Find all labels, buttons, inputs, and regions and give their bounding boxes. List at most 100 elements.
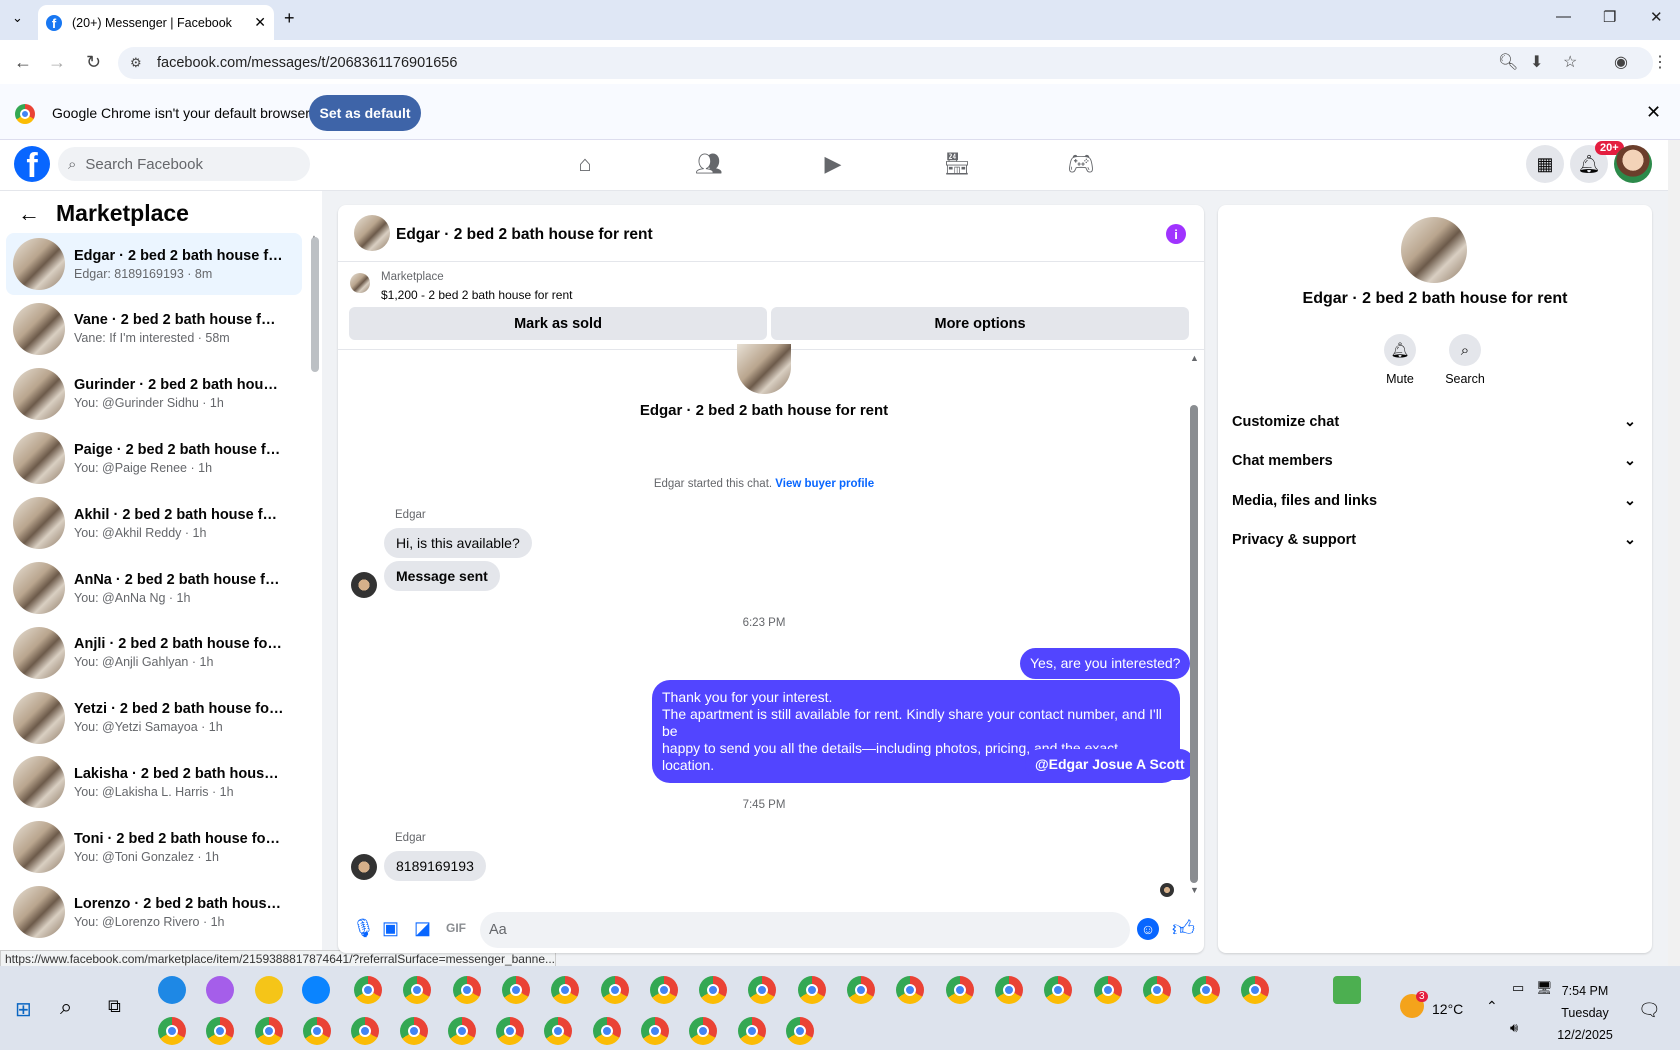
chrome-taskbar-icon[interactable] (1093, 976, 1122, 1004)
site-info-icon[interactable]: ⚙ (130, 55, 142, 71)
chrome-taskbar-icon[interactable] (399, 1017, 428, 1045)
conversation-item[interactable]: Vane · 2 bed 2 bath house for rent Vane: … (6, 298, 302, 360)
mute-button[interactable]: 🔔︎ Mute (1370, 334, 1430, 386)
conversation-item[interactable]: Yetzi · 2 bed 2 bath house for rent You: … (6, 687, 302, 749)
more-options-button[interactable]: More options (771, 307, 1189, 340)
facebook-search-input[interactable]: ⌕ Search Facebook (58, 147, 310, 181)
infobar-close-icon[interactable]: ✕ (1646, 102, 1661, 123)
taskbar-app-icon[interactable] (255, 976, 283, 1004)
start-icon[interactable]: ⊞ (15, 997, 32, 1022)
gif-icon[interactable]: GIF (446, 921, 466, 935)
microphone-icon[interactable]: 🎙︎ (352, 918, 375, 939)
chrome-taskbar-icon[interactable] (641, 1017, 669, 1045)
profile-icon[interactable]: ◉ (1614, 52, 1628, 72)
chrome-taskbar-icon[interactable] (496, 1017, 525, 1045)
listing-price-title[interactable]: $1,200 - 2 bed 2 bath house for rent (381, 288, 572, 302)
conversation-item[interactable]: Lorenzo · 2 bed 2 bath house fo... You: @… (6, 881, 302, 943)
sidebar-scrollbar[interactable] (311, 237, 319, 372)
mark-as-sold-button[interactable]: Mark as sold (349, 307, 767, 340)
chrome-taskbar-icon[interactable] (1192, 976, 1221, 1004)
taskbar-app-icon[interactable] (158, 976, 186, 1004)
photo-icon[interactable]: ▣ (382, 918, 399, 939)
chrome-taskbar-icon[interactable] (447, 1017, 476, 1045)
info-icon[interactable]: i (1166, 224, 1186, 244)
chrome-taskbar-icon[interactable] (592, 1017, 621, 1045)
chrome-taskbar-icon[interactable] (1142, 976, 1171, 1004)
chrome-taskbar-icon[interactable] (847, 976, 875, 1004)
media-files-section[interactable]: Media, files and links ⌄ (1232, 489, 1636, 513)
reload-icon[interactable]: ↻ (86, 52, 101, 73)
chrome-taskbar-icon[interactable] (501, 976, 530, 1004)
outgoing-message[interactable]: Yes, are you interested? (1020, 648, 1191, 679)
chrome-taskbar-icon[interactable] (452, 976, 481, 1004)
url-text[interactable]: facebook.com/messages/t/2068361176901656 (157, 55, 457, 71)
sender-avatar[interactable] (351, 854, 377, 880)
privacy-support-section[interactable]: Privacy & support ⌄ (1232, 528, 1636, 552)
sender-avatar[interactable] (351, 572, 377, 598)
marketplace-nav-icon[interactable]: 🏪︎ (942, 150, 972, 178)
taskbar-search-icon[interactable]: ⌕ (60, 994, 72, 1020)
account-avatar[interactable] (1614, 145, 1652, 183)
menu-icon[interactable]: ⋮ (1652, 52, 1668, 72)
chrome-taskbar-icon[interactable] (158, 1017, 186, 1045)
install-app-icon[interactable]: ⬇ (1530, 52, 1543, 72)
sticker-icon[interactable]: ◪ (414, 918, 431, 939)
search-chat-button[interactable]: ⌕ Search (1435, 334, 1495, 386)
facebook-logo-icon[interactable]: f (14, 146, 50, 182)
chat-title[interactable]: Edgar · 2 bed 2 bath house for rent (396, 226, 653, 244)
chrome-taskbar-icon[interactable] (737, 1017, 766, 1045)
gaming-nav-icon[interactable]: 🎮︎ (1066, 150, 1096, 178)
back-arrow-icon[interactable]: ← (18, 201, 40, 227)
conversation-item[interactable]: Paige · 2 bed 2 bath house for r... You: … (6, 427, 302, 489)
chrome-taskbar-icon[interactable] (1044, 976, 1073, 1004)
chrome-taskbar-icon[interactable] (254, 1017, 283, 1045)
customize-chat-section[interactable]: Customize chat ⌄ (1232, 410, 1636, 434)
notification-center-icon[interactable]: 🗨︎ (1638, 1000, 1661, 1021)
outgoing-mention[interactable]: @Edgar Josue A Scott (1025, 749, 1195, 780)
volume-icon[interactable]: 🔊︎ (1510, 1020, 1518, 1036)
view-buyer-profile-link[interactable]: View buyer profile (775, 478, 874, 490)
chrome-taskbar-icon[interactable] (302, 1017, 331, 1045)
window-close-icon[interactable]: ✕ (1650, 8, 1663, 26)
listing-thumbnail[interactable] (350, 273, 370, 293)
set-default-button[interactable]: Set as default (309, 95, 421, 131)
minimize-icon[interactable]: — (1556, 8, 1571, 25)
conversation-item[interactable]: Lakisha · 2 bed 2 bath house for... You: … (6, 751, 302, 813)
emoji-icon[interactable]: ☺ (1137, 918, 1159, 940)
chat-scrollbar[interactable] (1190, 405, 1198, 883)
tray-chevron-icon[interactable]: ⌃ (1486, 998, 1498, 1015)
back-icon[interactable]: ← (14, 52, 32, 73)
taskbar-app-icon[interactable] (1333, 976, 1361, 1004)
chrome-taskbar-icon[interactable] (354, 976, 382, 1004)
chrome-taskbar-icon[interactable] (797, 976, 826, 1004)
chrome-taskbar-icon[interactable] (600, 976, 629, 1004)
conversation-item[interactable]: AnNa · 2 bed 2 bath house for r... You: @… (6, 557, 302, 619)
meet-now-icon[interactable]: ▭ (1512, 980, 1524, 996)
chrome-taskbar-icon[interactable] (551, 976, 580, 1004)
home-nav-icon[interactable]: ⌂ (570, 150, 600, 178)
conversation-item[interactable]: Gurinder · 2 bed 2 bath house f... You: @… (6, 363, 302, 425)
bookmark-star-icon[interactable]: ☆ (1563, 52, 1577, 72)
video-nav-icon[interactable]: ▶ (818, 150, 848, 178)
tab-close-icon[interactable]: ✕ (254, 14, 266, 31)
chat-scroll-down-icon[interactable]: ▼ (1190, 885, 1199, 895)
chat-scroll-up-icon[interactable]: ▲ (1190, 353, 1199, 363)
temperature[interactable]: 12°C (1432, 1001, 1463, 1017)
conversation-item[interactable]: Akhil · 2 bed 2 bath house for re... You:… (6, 492, 302, 554)
browser-tab[interactable]: f (20+) Messenger | Facebook ✕ (38, 5, 274, 40)
incoming-message[interactable]: Message sent (384, 561, 500, 591)
conversation-item[interactable]: Anjli · 2 bed 2 bath house for rent You: … (6, 622, 302, 684)
friends-nav-icon[interactable]: 👥︎ (694, 150, 724, 178)
chrome-taskbar-icon[interactable] (994, 976, 1023, 1004)
thumbs-up-icon[interactable]: 👍︎ (1172, 915, 1195, 942)
taskbar-app-icon[interactable] (302, 976, 330, 1004)
incoming-message[interactable]: Hi, is this available? (384, 528, 532, 558)
conversation-item[interactable]: Toni · 2 bed 2 bath house for rent You: @… (6, 816, 302, 878)
tab-search-chevron-icon[interactable]: ⌄ (12, 10, 23, 26)
taskbar-app-icon[interactable] (206, 976, 234, 1004)
chrome-taskbar-icon[interactable] (699, 976, 728, 1004)
chrome-taskbar-icon[interactable] (945, 976, 974, 1004)
chrome-taskbar-icon[interactable] (649, 976, 678, 1004)
chat-members-section[interactable]: Chat members ⌄ (1232, 449, 1636, 473)
forward-icon[interactable]: → (48, 52, 66, 73)
